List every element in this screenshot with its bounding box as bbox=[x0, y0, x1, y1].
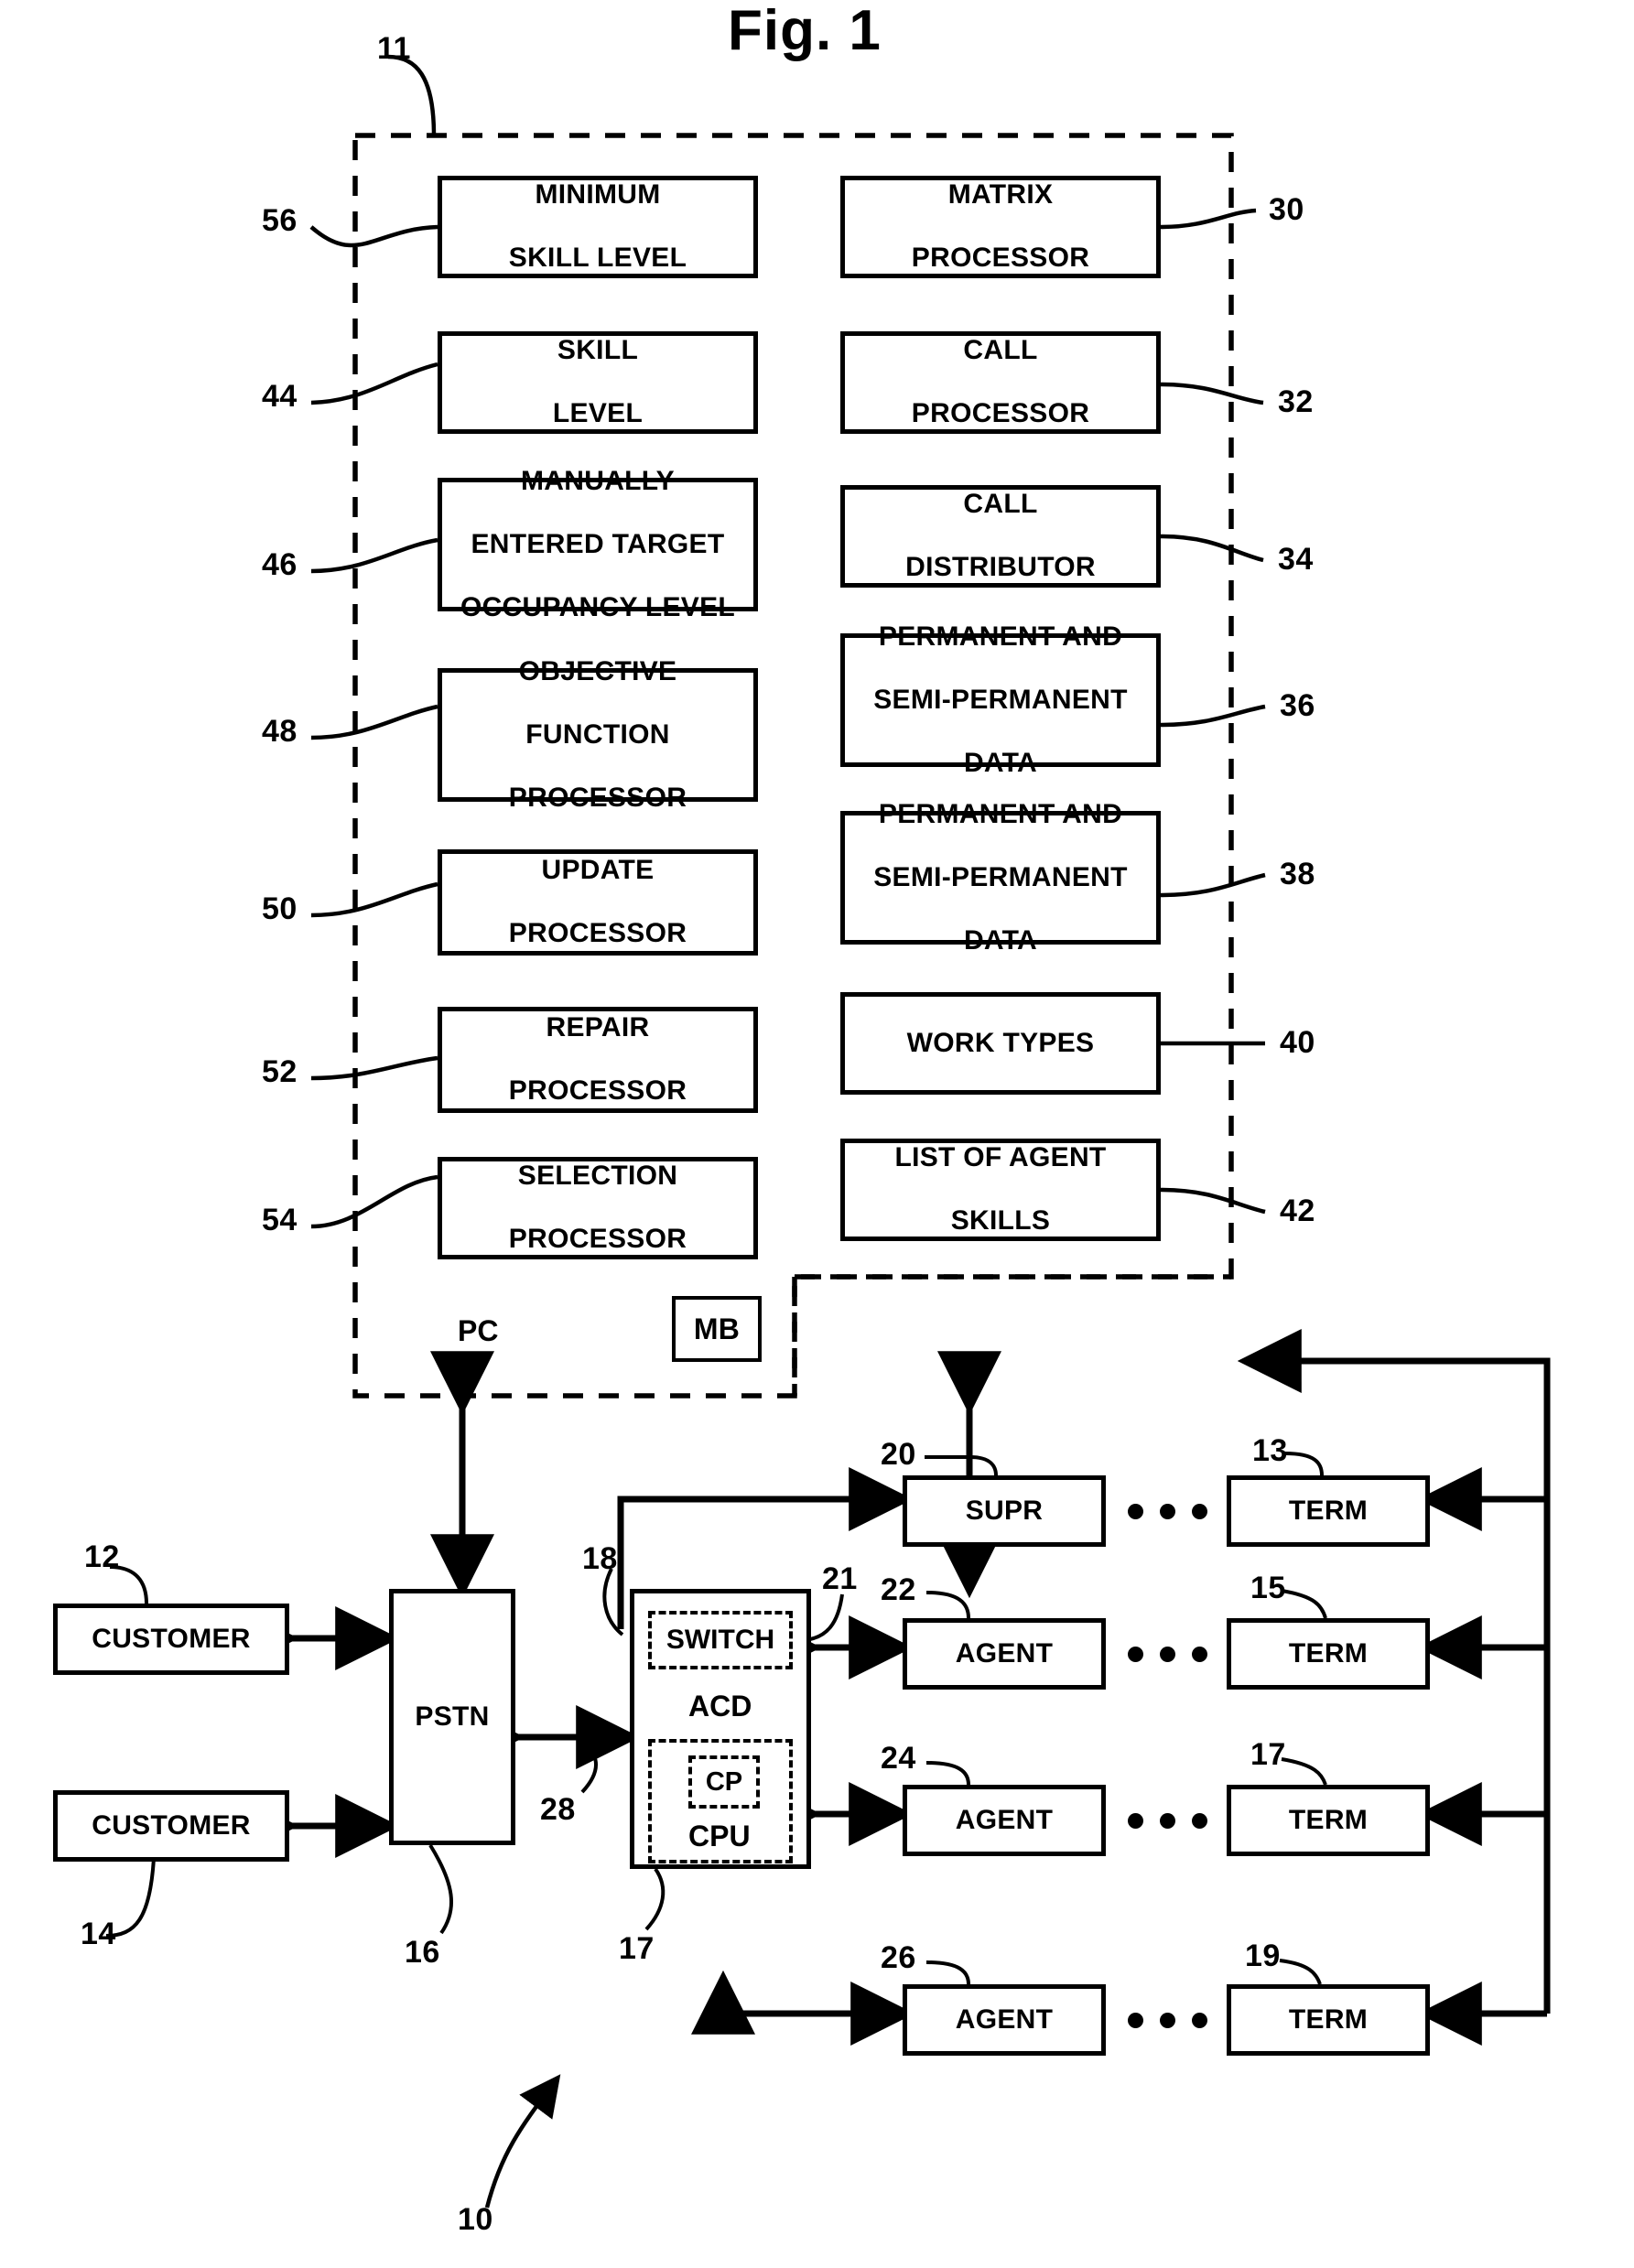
block-work-types: WORK TYPES bbox=[840, 992, 1161, 1095]
block-label: SKILL LEVEL bbox=[552, 335, 644, 429]
ref-50: 50 bbox=[262, 891, 298, 926]
ref-14: 14 bbox=[81, 1917, 116, 1951]
ref-36: 36 bbox=[1280, 688, 1315, 723]
ref-11: 11 bbox=[377, 31, 411, 66]
block-agent-24: AGENT bbox=[903, 1785, 1106, 1856]
ref-56: 56 bbox=[262, 203, 298, 238]
block-term-19: TERM bbox=[1227, 1984, 1430, 2056]
block-label: TERM bbox=[1288, 2003, 1369, 2035]
ellipsis-icon bbox=[1128, 1504, 1207, 1519]
ref-19: 19 bbox=[1245, 1939, 1281, 1973]
block-call-distributor: CALL DISTRIBUTOR bbox=[840, 485, 1161, 588]
ref-54: 54 bbox=[262, 1203, 298, 1237]
cpu-label: CPU bbox=[688, 1820, 751, 1852]
figure-title: Fig. 1 bbox=[728, 0, 882, 62]
acd-label: ACD bbox=[688, 1690, 752, 1723]
block-label: AGENT bbox=[955, 1637, 1054, 1669]
ref-17-term: 17 bbox=[1250, 1737, 1286, 1772]
block-label: SUPR bbox=[965, 1495, 1044, 1526]
block-label: PERMANENT AND SEMI-PERMANENT DATA bbox=[873, 621, 1128, 778]
block-label: UPDATE PROCESSOR bbox=[508, 855, 687, 949]
block-label: SWITCH bbox=[666, 1625, 775, 1655]
block-label: PERMANENT AND SEMI-PERMANENT DATA bbox=[873, 798, 1128, 956]
block-label: CP bbox=[705, 1766, 743, 1797]
ref-32: 32 bbox=[1278, 384, 1314, 419]
ref-40: 40 bbox=[1280, 1025, 1315, 1060]
block-permanent-data-38: PERMANENT AND SEMI-PERMANENT DATA bbox=[840, 799, 1161, 956]
block-objective-function-processor: OBJECTIVE FUNCTION PROCESSOR bbox=[438, 656, 758, 813]
ref-28: 28 bbox=[540, 1792, 576, 1827]
ref-18: 18 bbox=[582, 1541, 618, 1576]
block-permanent-data-36: PERMANENT AND SEMI-PERMANENT DATA bbox=[840, 621, 1161, 778]
block-switch: SWITCH bbox=[648, 1611, 793, 1669]
block-label: MANUALLY ENTERED TARGET OCCUPANCY LEVEL bbox=[460, 465, 736, 622]
ref-34: 34 bbox=[1278, 542, 1314, 577]
ref-10: 10 bbox=[458, 2202, 493, 2237]
block-update-processor: UPDATE PROCESSOR bbox=[438, 849, 758, 956]
block-label: AGENT bbox=[955, 2003, 1054, 2035]
block-list-of-agent-skills: LIST OF AGENT SKILLS bbox=[840, 1139, 1161, 1241]
ref-17-cpu: 17 bbox=[619, 1931, 655, 1966]
block-label: CALL DISTRIBUTOR bbox=[905, 489, 1096, 583]
ref-26: 26 bbox=[881, 1940, 916, 1975]
ref-42: 42 bbox=[1280, 1193, 1315, 1228]
block-cp: CP bbox=[688, 1755, 760, 1809]
return-bus-enclosure bbox=[792, 1274, 1231, 1396]
block-label: WORK TYPES bbox=[906, 1027, 1095, 1058]
block-label: LIST OF AGENT SKILLS bbox=[894, 1142, 1107, 1237]
patent-figure: Fig. 1 11 PC MB 56 MINIMUM SKILL LEVEL 4… bbox=[0, 0, 1634, 2268]
block-label: SELECTION PROCESSOR bbox=[508, 1161, 687, 1255]
block-label: TERM bbox=[1288, 1495, 1369, 1526]
ref-52: 52 bbox=[262, 1054, 298, 1089]
ellipsis-icon bbox=[1128, 2013, 1207, 2028]
block-label: AGENT bbox=[955, 1804, 1054, 1835]
connector-layer bbox=[105, 54, 1551, 2209]
ellipsis-icon bbox=[1128, 1647, 1207, 1662]
ref-12: 12 bbox=[84, 1539, 120, 1574]
block-label: TERM bbox=[1288, 1804, 1369, 1835]
ref-21: 21 bbox=[822, 1561, 858, 1596]
mb-block: MB bbox=[672, 1296, 762, 1362]
block-agent-26: AGENT bbox=[903, 1984, 1106, 2056]
block-label: MINIMUM SKILL LEVEL bbox=[508, 179, 687, 274]
ref-20: 20 bbox=[881, 1437, 916, 1472]
mb-label: MB bbox=[693, 1312, 741, 1345]
block-label: CALL PROCESSOR bbox=[911, 335, 1090, 429]
block-label: MATRIX PROCESSOR bbox=[911, 179, 1090, 274]
block-label: REPAIR PROCESSOR bbox=[508, 1012, 687, 1107]
block-term-15: TERM bbox=[1227, 1618, 1430, 1690]
ref-15: 15 bbox=[1250, 1571, 1286, 1605]
block-supr: SUPR bbox=[903, 1475, 1106, 1547]
ref-30: 30 bbox=[1269, 192, 1304, 227]
block-minimum-skill-level: MINIMUM SKILL LEVEL bbox=[438, 176, 758, 278]
ref-13: 13 bbox=[1252, 1433, 1288, 1468]
block-matrix-processor: MATRIX PROCESSOR bbox=[840, 176, 1161, 278]
block-call-processor: CALL PROCESSOR bbox=[840, 331, 1161, 434]
block-label: CUSTOMER bbox=[92, 1809, 251, 1841]
ref-16: 16 bbox=[405, 1935, 440, 1970]
block-label: TERM bbox=[1288, 1637, 1369, 1669]
block-label: CUSTOMER bbox=[92, 1623, 251, 1654]
block-term-13: TERM bbox=[1227, 1475, 1430, 1547]
ref-22: 22 bbox=[881, 1572, 916, 1607]
block-customer-14: CUSTOMER bbox=[53, 1790, 289, 1862]
pc-label: PC bbox=[458, 1314, 499, 1347]
block-pstn: PSTN bbox=[389, 1589, 515, 1845]
ref-38: 38 bbox=[1280, 857, 1315, 891]
ellipsis-icon bbox=[1128, 1813, 1207, 1829]
block-selection-processor: SELECTION PROCESSOR bbox=[438, 1157, 758, 1259]
block-term-17: TERM bbox=[1227, 1785, 1430, 1856]
ref-48: 48 bbox=[262, 714, 298, 749]
block-manually-entered-target-occupancy-level: MANUALLY ENTERED TARGET OCCUPANCY LEVEL bbox=[438, 466, 758, 622]
ref-44: 44 bbox=[262, 379, 298, 414]
block-label: OBJECTIVE FUNCTION PROCESSOR bbox=[508, 655, 687, 813]
block-agent-22: AGENT bbox=[903, 1618, 1106, 1690]
block-customer-12: CUSTOMER bbox=[53, 1604, 289, 1675]
ref-46: 46 bbox=[262, 547, 298, 582]
ref-24: 24 bbox=[881, 1741, 916, 1776]
block-label: PSTN bbox=[415, 1701, 490, 1732]
block-skill-level: SKILL LEVEL bbox=[438, 331, 758, 434]
block-repair-processor: REPAIR PROCESSOR bbox=[438, 1007, 758, 1113]
